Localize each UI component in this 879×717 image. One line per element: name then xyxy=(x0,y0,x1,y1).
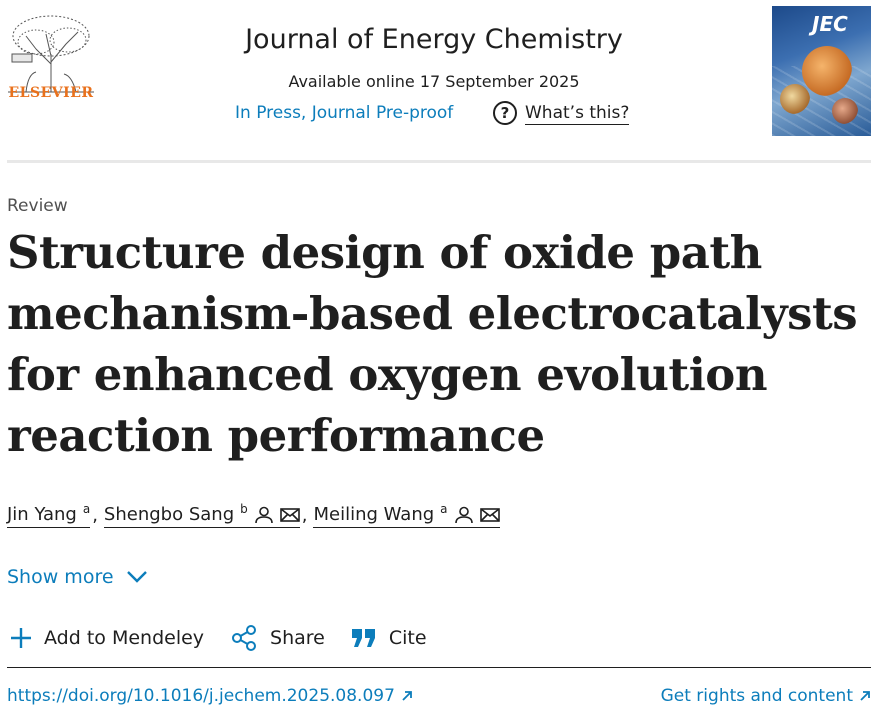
chevron-down-icon xyxy=(126,571,147,583)
share-button[interactable]: Share xyxy=(230,624,325,652)
external-link-icon xyxy=(860,691,870,701)
external-link-icon xyxy=(402,691,412,701)
available-online-date: Available online 17 September 2025 xyxy=(288,72,580,91)
journal-title-link[interactable]: Journal of Energy Chemistry xyxy=(222,24,646,55)
mail-icon xyxy=(479,507,500,522)
journal-cover-image[interactable]: JEC xyxy=(772,6,871,136)
mail-icon xyxy=(279,507,300,522)
author-separator: , xyxy=(92,505,98,526)
article-actions: Add to Mendeley Share Cite xyxy=(10,624,453,652)
author-link[interactable]: Meiling Wang a xyxy=(313,501,500,528)
show-more-label: Show more xyxy=(7,566,114,588)
cover-decoration xyxy=(780,84,810,114)
add-to-mendeley-button[interactable]: Add to Mendeley xyxy=(10,627,204,649)
cite-label: Cite xyxy=(388,627,427,649)
cover-decoration xyxy=(802,46,852,96)
author-list: Jin Yang a , Shengbo Sang b , Meiling Wa… xyxy=(7,501,500,528)
actions-divider xyxy=(7,667,871,668)
show-more-button[interactable]: Show more xyxy=(7,566,148,588)
journal-preproof-link[interactable]: In Press, Journal Pre-proof xyxy=(235,103,453,123)
whats-this-button[interactable]: ? What’s this? xyxy=(493,101,630,125)
author-name: Jin Yang xyxy=(7,504,77,525)
cover-decoration xyxy=(832,98,858,124)
elsevier-wordmark[interactable]: ELSEVIER xyxy=(6,85,96,101)
share-label: Share xyxy=(270,627,325,649)
author-affiliation: a xyxy=(82,501,91,516)
header-divider xyxy=(7,160,871,163)
author-name: Shengbo Sang xyxy=(103,504,235,525)
person-icon xyxy=(454,506,473,523)
whats-this-label: What’s this? xyxy=(525,102,630,125)
quote-icon xyxy=(351,629,375,647)
author-separator: , xyxy=(301,505,308,526)
author-link[interactable]: Jin Yang a xyxy=(7,501,91,528)
author-link[interactable]: Shengbo Sang b xyxy=(103,501,300,528)
get-rights-link[interactable]: Get rights and content xyxy=(661,686,871,706)
doi-link[interactable]: https://doi.org/10.1016/j.jechem.2025.08… xyxy=(7,686,413,706)
author-name: Meiling Wang xyxy=(313,504,435,525)
author-affiliation: a xyxy=(440,501,448,516)
question-icon: ? xyxy=(493,101,517,125)
share-icon xyxy=(232,625,257,651)
plus-icon xyxy=(11,628,31,648)
person-icon xyxy=(254,506,273,523)
article-type: Review xyxy=(7,196,68,216)
doi-label: https://doi.org/10.1016/j.jechem.2025.08… xyxy=(7,686,395,706)
cite-button[interactable]: Cite xyxy=(351,627,427,649)
cover-logo: JEC xyxy=(812,12,848,36)
get-rights-label: Get rights and content xyxy=(660,686,853,706)
article-title: Structure design of oxide path mechanism… xyxy=(7,226,858,462)
add-to-mendeley-label: Add to Mendeley xyxy=(44,627,205,649)
author-affiliation: b xyxy=(240,501,248,516)
